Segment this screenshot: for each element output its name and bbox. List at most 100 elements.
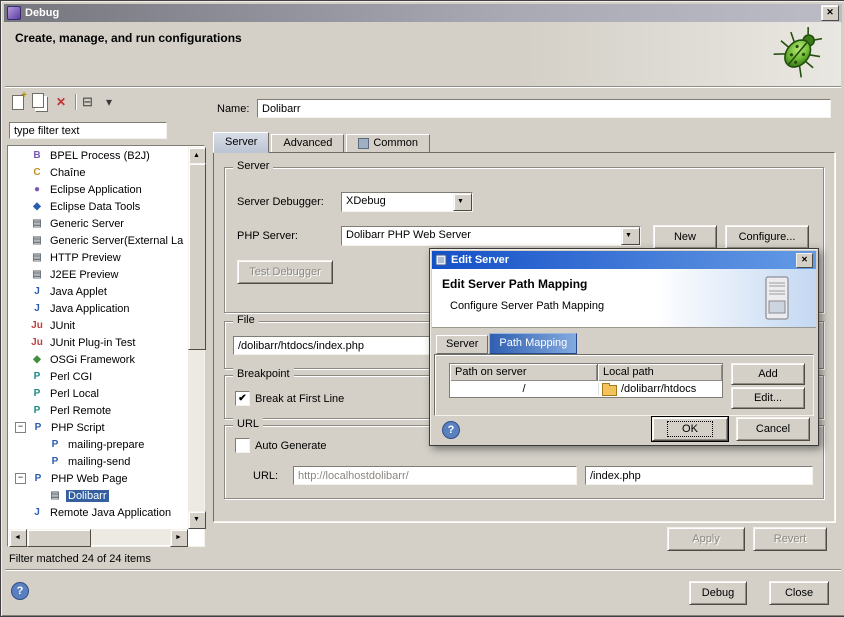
- filter-input[interactable]: [9, 122, 167, 139]
- cancel-button[interactable]: Cancel: [736, 417, 810, 441]
- auto-generate-checkbox[interactable]: [235, 438, 250, 453]
- local-path-cell: /dolibarr/htdocs: [599, 383, 722, 396]
- tree-item-dolibarr[interactable]: ▤Dolibarr: [9, 487, 187, 504]
- tree-item-http-preview[interactable]: ▤HTTP Preview: [9, 249, 187, 266]
- tree-item-generic-server-external[interactable]: ▤Generic Server(External La: [9, 232, 187, 249]
- dialog-help-icon[interactable]: ?: [442, 421, 460, 439]
- tree-item-bpel[interactable]: BBPEL Process (B2J): [9, 147, 187, 164]
- help-icon[interactable]: ?: [11, 582, 29, 600]
- tree-item-java-applet[interactable]: JJava Applet: [9, 283, 187, 300]
- header-title: Create, manage, and run configurations: [15, 31, 242, 45]
- tree-vertical-scrollbar[interactable]: [188, 147, 204, 529]
- tab-common[interactable]: Common: [346, 134, 430, 153]
- edit-mapping-button[interactable]: Edit...: [731, 387, 805, 409]
- ok-button[interactable]: OK: [652, 417, 728, 441]
- path-mapping-table[interactable]: Path on server Local path / /dolibarr/ht…: [449, 363, 723, 398]
- url-base-input[interactable]: [293, 466, 577, 485]
- url-group-title: URL: [233, 418, 263, 431]
- path-on-server-header[interactable]: Path on server: [450, 364, 598, 381]
- break-first-line-label: Break at First Line: [255, 393, 344, 405]
- tree-item-php-script[interactable]: −PPHP Script: [9, 419, 187, 436]
- horizontal-scroll-thumb[interactable]: [27, 529, 91, 547]
- tab-server[interactable]: Server: [213, 132, 269, 153]
- collapse-expander-icon[interactable]: −: [15, 422, 26, 433]
- dialog-heading: Edit Server Path Mapping: [442, 277, 587, 291]
- configure-server-button[interactable]: Configure...: [725, 225, 809, 249]
- chevron-down-icon[interactable]: [453, 193, 472, 211]
- tree-item-chaine[interactable]: CChaîne: [9, 164, 187, 181]
- tree-item-remote-java-application[interactable]: JRemote Java Application: [9, 504, 187, 521]
- scroll-right-icon[interactable]: [170, 529, 188, 547]
- common-tab-icon: [358, 138, 369, 149]
- app-icon: [7, 6, 21, 20]
- tree-item-eclipse-data-tools[interactable]: ◆Eclipse Data Tools: [9, 198, 187, 215]
- scroll-left-icon[interactable]: [9, 529, 27, 547]
- scroll-down-icon[interactable]: [188, 511, 206, 529]
- php-server-select[interactable]: Dolibarr PHP Web Server: [341, 226, 641, 246]
- dialog-tab-server[interactable]: Server: [436, 335, 488, 354]
- revert-button[interactable]: Revert: [753, 527, 827, 551]
- tree-item-php-web-page[interactable]: −PPHP Web Page: [9, 470, 187, 487]
- break-first-line-checkbox[interactable]: ✔: [235, 391, 250, 406]
- generic-server-external-icon: ▤: [30, 235, 44, 246]
- debug-configurations-window: Debug ✕ Create, manage, and run configur…: [0, 0, 844, 617]
- apply-button[interactable]: Apply: [667, 527, 745, 551]
- name-label: Name:: [217, 103, 249, 115]
- java-application-icon: J: [30, 303, 44, 314]
- tree-item-osgi-framework[interactable]: ◆OSGi Framework: [9, 351, 187, 368]
- server-path-cell: /: [450, 383, 599, 395]
- configurations-sidebar: BBPEL Process (B2J) CChaîne ●Eclipse App…: [7, 89, 205, 567]
- php-script-icon: P: [31, 422, 45, 433]
- delete-configuration-icon[interactable]: [53, 93, 71, 111]
- dialog-header: Create, manage, and run configurations: [5, 22, 841, 87]
- check-icon: ✔: [238, 393, 246, 404]
- chevron-down-icon[interactable]: [621, 227, 640, 245]
- tree-item-junit-plugin-test[interactable]: JuJUnit Plug-in Test: [9, 334, 187, 351]
- tree-item-eclipse-application[interactable]: ●Eclipse Application: [9, 181, 187, 198]
- eclipse-application-icon: ●: [30, 184, 44, 195]
- window-titlebar[interactable]: Debug ✕: [4, 4, 842, 22]
- table-row[interactable]: / /dolibarr/htdocs: [450, 381, 722, 397]
- window-close-icon[interactable]: ✕: [821, 5, 839, 21]
- bpel-icon: B: [30, 150, 44, 161]
- tab-advanced[interactable]: Advanced: [271, 134, 344, 153]
- test-debugger-button[interactable]: Test Debugger: [237, 260, 333, 284]
- edit-server-titlebar[interactable]: Edit Server ✕: [432, 251, 816, 269]
- tree-item-perl-local[interactable]: PPerl Local: [9, 385, 187, 402]
- tree-item-mailing-prepare[interactable]: Pmailing-prepare: [9, 436, 187, 453]
- dialog-close-icon[interactable]: ✕: [796, 253, 813, 268]
- new-server-button[interactable]: New: [653, 225, 717, 249]
- folder-icon: [602, 385, 617, 396]
- debug-button[interactable]: Debug: [689, 581, 747, 605]
- dialog-tabs: Server Path Mapping: [436, 335, 578, 354]
- tree-item-j2ee-preview[interactable]: ▤J2EE Preview: [9, 266, 187, 283]
- generic-server-icon: ▤: [30, 218, 44, 229]
- tree-item-java-application[interactable]: JJava Application: [9, 300, 187, 317]
- tree-item-mailing-send[interactable]: Pmailing-send: [9, 453, 187, 470]
- dialog-tab-path-mapping[interactable]: Path Mapping: [489, 333, 577, 354]
- vertical-scroll-thumb[interactable]: [188, 163, 206, 350]
- filter-menu-dropdown-icon[interactable]: [102, 93, 120, 111]
- close-button[interactable]: Close: [769, 581, 829, 605]
- tree-item-generic-server[interactable]: ▤Generic Server: [9, 215, 187, 232]
- perl-remote-icon: P: [30, 405, 44, 416]
- url-path-input[interactable]: [585, 466, 813, 485]
- new-configuration-icon[interactable]: [9, 93, 27, 111]
- server-window-icon: [435, 254, 447, 266]
- tree-item-junit[interactable]: JuJUnit: [9, 317, 187, 334]
- local-path-header[interactable]: Local path: [598, 364, 722, 381]
- server-group-title: Server: [233, 160, 273, 173]
- php-config-icon: P: [48, 456, 62, 467]
- perl-local-icon: P: [30, 388, 44, 399]
- name-input[interactable]: [257, 99, 831, 118]
- page-icon: ▤: [48, 490, 62, 501]
- collapse-expander-icon[interactable]: −: [15, 473, 26, 484]
- duplicate-configuration-icon[interactable]: [31, 93, 49, 111]
- file-group-title: File: [233, 314, 259, 327]
- collapse-all-icon[interactable]: [80, 93, 98, 111]
- tree-horizontal-scrollbar[interactable]: [9, 529, 188, 545]
- add-mapping-button[interactable]: Add: [731, 363, 805, 385]
- tree-item-perl-remote[interactable]: PPerl Remote: [9, 402, 187, 419]
- tree-item-perl-cgi[interactable]: PPerl CGI: [9, 368, 187, 385]
- server-debugger-select[interactable]: XDebug: [341, 192, 473, 212]
